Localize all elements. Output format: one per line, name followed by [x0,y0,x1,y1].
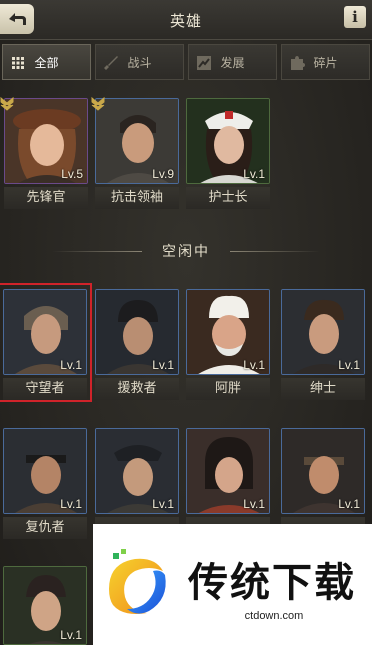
hero-portrait: Lv.1 [281,289,365,375]
tab-label: 全部 [34,55,59,70]
page-title: 英雄 [169,12,202,30]
selection-highlight [0,283,92,402]
grid-icon [9,54,27,72]
hero-level: Lv.1 [243,358,265,372]
tab-fragments[interactable]: 碎片 [281,44,370,80]
hero-level: Lv.1 [243,497,265,511]
hero-level: Lv.1 [338,358,360,372]
hero-card[interactable]: Lv.1 [95,428,179,539]
hero-card[interactable]: Lv.1 [186,428,270,539]
top-bar: 英雄 i [0,0,372,40]
hero-card[interactable]: Lv.1 [3,566,87,645]
hero-portrait: Lv.1 [95,289,179,375]
hero-name: 援救者 [95,378,179,400]
puzzle-icon [288,54,306,72]
hero-card[interactable]: Lv.1 [281,428,365,539]
hero-portrait: Lv.1 [281,428,365,514]
hero-name: 抗击领袖 [95,187,179,209]
watermark-url-text: ctdown.com [244,610,304,622]
hero-portrait: Lv.1 [186,289,270,375]
growth-icon [195,54,213,72]
divider-line [230,250,320,252]
hero-portrait: Lv.1 [3,428,87,514]
hero-portrait: Lv.5 [4,98,88,184]
divider-line [52,250,142,252]
watermark-url: ctdown.com [188,610,360,622]
watermark-banner: 传统下载 ctdown.com [93,524,372,645]
sword-icon [102,54,120,72]
hero-portrait: Lv.1 [186,428,270,514]
hero-card[interactable]: Lv.9 抗击领袖 [95,98,179,209]
hero-card[interactable]: Lv.1 援救者 [95,289,179,400]
hero-level: Lv.1 [152,358,174,372]
idle-section-header: 空闲中 [0,238,372,264]
hero-name: 绅士 [281,378,365,400]
hero-level: Lv.1 [60,497,82,511]
tab-label: 战斗 [127,55,152,70]
rank-chevron-icon [0,96,14,111]
rank-chevron-icon [91,96,105,111]
hero-card[interactable]: Lv.1 复仇者 [3,428,87,539]
hero-name: 先锋官 [4,187,88,209]
watermark-title: 传统下载 [188,560,356,606]
tab-all[interactable]: 全部 [2,44,91,80]
watermark-logo-icon [109,549,166,614]
category-tabs: 全部 战斗 发展 碎片 [0,44,372,82]
hero-portrait: Lv.1 [95,428,179,514]
hero-portrait: Lv.1 [186,98,270,184]
hero-portrait: Lv.1 [3,566,87,645]
hero-card[interactable]: Lv.1 阿胖 [186,289,270,400]
hero-level: Lv.1 [243,167,265,181]
hero-level: Lv.1 [338,497,360,511]
hero-level: Lv.5 [61,167,83,181]
hero-name: 阿胖 [186,378,270,400]
info-button[interactable]: i [344,6,366,28]
tab-label: 碎片 [313,55,338,70]
hero-level: Lv.1 [60,628,82,642]
hero-card[interactable]: Lv.1 绅士 [281,289,365,400]
idle-section-label: 空闲中 [162,244,210,260]
hero-card[interactable]: Lv.5 先锋官 [4,98,88,209]
hero-portrait: Lv.9 [95,98,179,184]
hero-level: Lv.1 [152,497,174,511]
tab-combat[interactable]: 战斗 [95,44,184,80]
tab-develop[interactable]: 发展 [188,44,277,80]
hero-name: 护士长 [186,187,270,209]
hero-level: Lv.9 [152,167,174,181]
hero-name: 复仇者 [3,517,87,539]
tab-label: 发展 [220,55,245,70]
hero-card[interactable]: Lv.1 护士长 [186,98,270,209]
